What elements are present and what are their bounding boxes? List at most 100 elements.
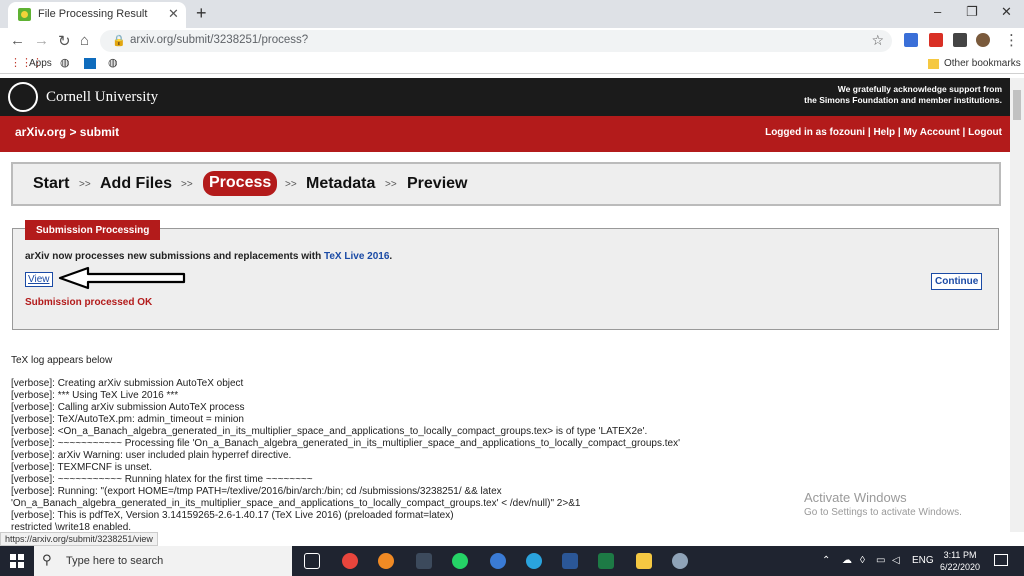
lock-icon: 🔒: [112, 35, 126, 47]
breadcrumb[interactable]: arXiv.org > submit: [15, 125, 119, 139]
log-line: [verbose]: Calling arXiv submission Auto…: [11, 402, 245, 413]
back-icon[interactable]: ←: [10, 32, 25, 49]
log-line: [verbose]: Creating arXiv submission Aut…: [11, 378, 244, 389]
language-indicator[interactable]: ENG: [912, 555, 934, 566]
processing-message: arXiv now processes new submissions and …: [25, 251, 392, 262]
outlook-icon[interactable]: [84, 58, 96, 69]
chrome-icon[interactable]: [342, 553, 358, 569]
extensions-puzzle-icon[interactable]: [953, 33, 967, 47]
arxiv-favicon-icon: [18, 8, 31, 21]
new-tab-button[interactable]: +: [196, 3, 207, 24]
tab-close-icon[interactable]: ✕: [168, 6, 179, 22]
browser-toolbar: ← → ↻ ⌂ 🔒 arxiv.org/submit/3238251/proce…: [0, 28, 1024, 54]
address-bar[interactable]: 🔒 arxiv.org/submit/3238251/process? ☆: [100, 30, 892, 52]
url-text: arxiv.org/submit/3238251/process?: [130, 34, 309, 46]
page-viewport: Cornell University We gratefully acknowl…: [0, 78, 1010, 532]
arxiv-red-bar: arXiv.org > submit Logged in as fozouni …: [0, 116, 1010, 152]
profile-avatar[interactable]: [976, 33, 990, 47]
minimize-icon[interactable]: –: [934, 4, 941, 19]
step-separator: >>: [79, 179, 91, 190]
tab-title: File Processing Result: [38, 8, 148, 20]
ack-line-2: the Simons Foundation and member institu…: [804, 95, 1002, 105]
word-icon[interactable]: [562, 553, 578, 569]
submission-steps: Start >> Add Files >> Process >> Metadat…: [11, 162, 1001, 206]
scrollbar-thumb[interactable]: [1013, 90, 1021, 120]
windows-start-icon[interactable]: [10, 554, 24, 568]
log-line: [verbose]: TeX/AutoTeX.pm: admin_timeout…: [11, 414, 244, 425]
restore-icon[interactable]: ❐: [966, 4, 978, 20]
processing-tab-label: Submission Processing: [25, 220, 161, 240]
window-close-icon[interactable]: ✕: [1001, 4, 1012, 20]
user-links[interactable]: Logged in as fozouni | Help | My Account…: [765, 127, 1002, 138]
tray-chevron-icon[interactable]: ⌃: [822, 555, 830, 566]
menu-kebab-icon[interactable]: ⋮: [1004, 31, 1019, 49]
forward-icon[interactable]: →: [34, 32, 49, 49]
taskbar-search[interactable]: ⚲ Type here to search: [34, 546, 292, 576]
step-separator: >>: [285, 179, 297, 190]
app-icon-3[interactable]: [672, 553, 688, 569]
bookmark-other[interactable]: Other bookmarks: [944, 58, 1021, 69]
windows-taskbar: ⚲ Type here to search ⌃ ☁ ◊ ▭ ◁ ENG 3:11…: [0, 546, 1024, 576]
cornell-seal-icon[interactable]: [8, 82, 38, 112]
bookmark-star-icon[interactable]: ☆: [871, 32, 884, 49]
step-process[interactable]: Process: [203, 171, 278, 196]
clock-time: 3:11 PM: [943, 550, 977, 560]
log-line: [verbose]: arXiv Warning: user included …: [11, 450, 292, 461]
firefox-icon[interactable]: [378, 553, 394, 569]
search-icon: ⚲: [42, 552, 52, 567]
whatsapp-icon[interactable]: [452, 553, 468, 569]
message-suffix: .: [389, 251, 393, 262]
home-icon[interactable]: ⌂: [80, 32, 89, 49]
app-icon[interactable]: [416, 553, 432, 569]
search-placeholder: Type here to search: [66, 555, 164, 567]
tex-log: [verbose]: Creating arXiv submission Aut…: [11, 378, 680, 532]
step-separator: >>: [385, 179, 397, 190]
log-line: [verbose]: <On_a_Banach_algebra_generate…: [11, 426, 648, 437]
university-name[interactable]: Cornell University: [46, 89, 158, 106]
step-add-files[interactable]: Add Files: [100, 175, 172, 193]
reload-icon[interactable]: ↻: [58, 32, 71, 50]
acknowledgement: We gratefully acknowledge support from t…: [804, 84, 1002, 106]
tex-live-link[interactable]: TeX Live 2016: [324, 251, 389, 262]
log-line: [verbose]: TEXMFCNF is unset.: [11, 462, 152, 473]
task-view-icon[interactable]: [304, 553, 320, 569]
telegram-icon[interactable]: [526, 553, 542, 569]
app-icon-2[interactable]: [490, 553, 506, 569]
ack-line-1: We gratefully acknowledge support from: [837, 84, 1002, 94]
globe-icon-2[interactable]: ◍: [108, 56, 118, 69]
file-explorer-icon[interactable]: [636, 553, 652, 569]
network-icon[interactable]: ▭: [876, 555, 885, 566]
extension-1-icon[interactable]: [904, 33, 918, 47]
processed-ok-message: Submission processed OK: [25, 297, 153, 308]
log-line: 'On_a_Banach_algebra_generated_in_its_mu…: [11, 498, 581, 509]
volume-icon[interactable]: ◁: [892, 555, 900, 566]
excel-icon[interactable]: [598, 553, 614, 569]
extension-2-icon[interactable]: [929, 33, 943, 47]
notifications-icon[interactable]: [994, 554, 1008, 566]
onedrive-icon[interactable]: ☁: [842, 555, 852, 566]
watermark-title: Activate Windows: [804, 490, 907, 505]
system-clock[interactable]: 3:11 PM 6/22/2020: [940, 549, 980, 573]
step-separator: >>: [181, 179, 193, 190]
log-line: [verbose]: *** Using TeX Live 2016 ***: [11, 390, 179, 401]
step-preview[interactable]: Preview: [407, 175, 467, 193]
annotation-arrow-icon: [58, 266, 186, 290]
browser-tab[interactable]: File Processing Result ✕: [8, 2, 186, 28]
globe-icon[interactable]: ◍: [60, 56, 70, 69]
bookmark-apps[interactable]: Apps: [29, 58, 52, 69]
page-scrollbar[interactable]: [1010, 78, 1024, 532]
log-line: [verbose]: ~~~~~~~~~~~ Running hlatex fo…: [11, 474, 313, 485]
step-start[interactable]: Start: [33, 175, 69, 193]
step-metadata[interactable]: Metadata: [306, 175, 375, 193]
log-line: [verbose]: ~~~~~~~~~~~ Processing file '…: [11, 438, 680, 449]
message-prefix: arXiv now processes new submissions and …: [25, 251, 322, 262]
folder-icon: [928, 59, 939, 69]
shield-icon[interactable]: ◊: [860, 555, 865, 566]
continue-button[interactable]: Continue: [931, 273, 983, 290]
activate-windows-watermark: Activate Windows Go to Settings to activ…: [804, 490, 962, 518]
log-line: [verbose]: This is pdfTeX, Version 3.141…: [11, 510, 454, 521]
view-button[interactable]: View: [25, 272, 53, 287]
log-heading: TeX log appears below: [11, 355, 113, 366]
cornell-header: Cornell University We gratefully acknowl…: [0, 78, 1010, 116]
link-status-bar: https://arxiv.org/submit/3238251/view: [0, 532, 158, 546]
